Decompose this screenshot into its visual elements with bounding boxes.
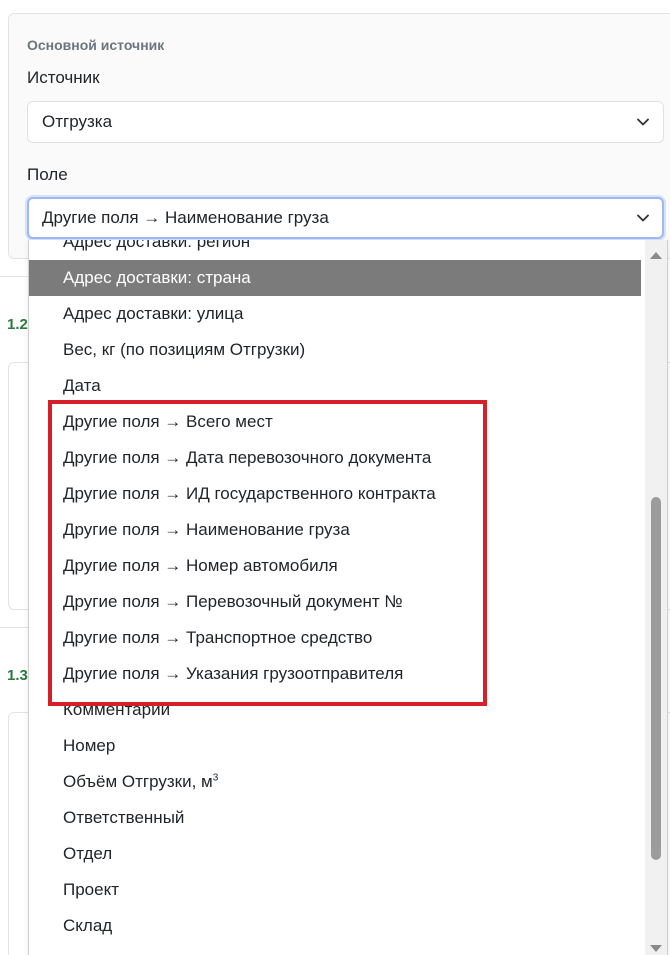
option-weight[interactable]: Вес, кг (по позициям Отгрузки) xyxy=(29,332,641,368)
option-volume-superscript: 3 xyxy=(212,772,219,784)
divider xyxy=(0,627,30,628)
option-delivery-region[interactable]: Адрес доставки: регион xyxy=(29,240,641,260)
option-other-transport-doc-number[interactable]: Другие поля → Перевозочный документ № xyxy=(29,584,641,620)
section-number-1-2: 1.2 xyxy=(7,316,28,333)
field-label: Поле xyxy=(27,165,68,184)
option-other-cargo-name[interactable]: Другие поля → Наименование груза xyxy=(29,512,641,548)
option-other-gov-contract-id[interactable]: Другие поля → ИД государственного контра… xyxy=(29,476,641,512)
option-delivery-street[interactable]: Адрес доставки: улица xyxy=(29,296,641,332)
option-volume[interactable]: Объём Отгрузки, м3 xyxy=(29,764,641,800)
option-other-vehicle[interactable]: Другие поля → Транспортное средство xyxy=(29,620,641,656)
source-select[interactable]: Отгрузка xyxy=(27,101,664,143)
page: 1.2 1.3 Основной источник Источник Отгру… xyxy=(0,0,670,955)
field-dropdown-list[interactable]: Адрес доставки: регион Адрес доставки: с… xyxy=(28,240,668,955)
option-other-vehicle-number[interactable]: Другие поля → Номер автомобиля xyxy=(29,548,641,584)
field-select-value: Другие поля → Наименование груза xyxy=(42,208,329,227)
option-other-total-places[interactable]: Другие поля → Всего мест xyxy=(29,404,641,440)
scroll-up-arrow-icon[interactable] xyxy=(650,252,662,259)
chevron-down-icon xyxy=(637,118,649,126)
option-number[interactable]: Номер xyxy=(29,728,641,764)
source-select-value: Отгрузка xyxy=(42,112,113,131)
scroll-down-arrow-icon[interactable] xyxy=(650,945,662,952)
option-list: Адрес доставки: регион Адрес доставки: с… xyxy=(29,240,641,955)
option-other-shipper-instructions[interactable]: Другие поля → Указания грузоотправителя xyxy=(29,656,641,692)
option-date[interactable]: Дата xyxy=(29,368,641,404)
option-warehouse[interactable]: Склад xyxy=(29,908,641,944)
option-volume-label: Объём Отгрузки, м xyxy=(63,772,213,791)
option-project[interactable]: Проект xyxy=(29,872,641,908)
dropdown-scrollbar[interactable] xyxy=(645,240,667,955)
field-select[interactable]: Другие поля → Наименование груза xyxy=(27,197,664,239)
option-department[interactable]: Отдел xyxy=(29,836,641,872)
section-title: Основной источник xyxy=(27,37,165,53)
option-delivery-country[interactable]: Адрес доставки: страна xyxy=(29,260,641,296)
source-label: Источник xyxy=(27,68,100,87)
chevron-down-icon xyxy=(637,214,649,222)
option-status[interactable]: Статус xyxy=(29,944,641,955)
option-other-transport-doc-date[interactable]: Другие поля → Дата перевозочного докумен… xyxy=(29,440,641,476)
scrollbar-thumb[interactable] xyxy=(651,497,661,860)
option-responsible[interactable]: Ответственный xyxy=(29,800,641,836)
option-comment[interactable]: Комментарий xyxy=(29,692,641,728)
section-number-1-3: 1.3 xyxy=(7,667,28,684)
divider xyxy=(0,276,30,277)
